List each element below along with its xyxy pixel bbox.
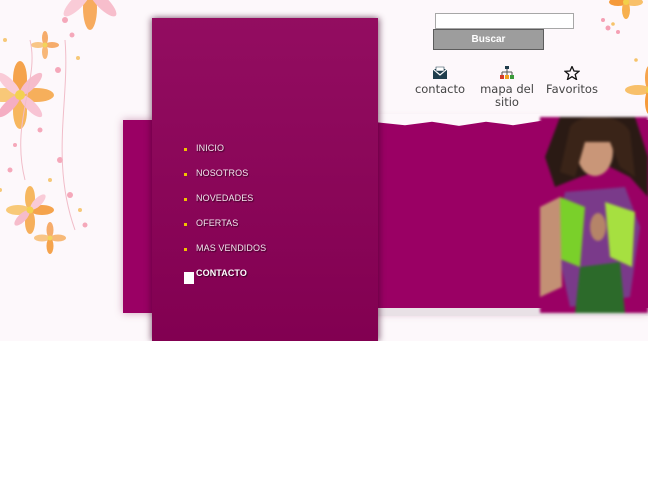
nav-item-ofertas[interactable]: OFERTAS xyxy=(184,210,266,235)
favorites-link[interactable]: Favoritos xyxy=(543,66,601,96)
sitemap-icon xyxy=(500,66,514,79)
nav-item-label[interactable]: MAS VENDIDOS xyxy=(196,243,266,253)
nav-item-label[interactable]: INICIO xyxy=(196,143,224,153)
nav-item-contacto[interactable]: CONTACTO xyxy=(184,260,266,285)
header-banner: INICIO NOSOTROS NOVEDADES OFERTAS MAS VE… xyxy=(0,0,648,341)
nav-item-mas-vendidos[interactable]: MAS VENDIDOS xyxy=(184,235,266,260)
search-button[interactable]: Buscar xyxy=(433,29,544,50)
sitemap-link-label[interactable]: mapa del sitio xyxy=(480,82,534,109)
nav-item-novedades[interactable]: NOVEDADES xyxy=(184,185,266,210)
bullet-icon xyxy=(184,198,187,201)
contact-link-label[interactable]: contacto xyxy=(415,82,465,96)
bullet-icon xyxy=(184,248,187,251)
nav-item-nosotros[interactable]: NOSOTROS xyxy=(184,160,266,185)
sitemap-link[interactable]: mapa del sitio xyxy=(476,66,538,109)
model-photo xyxy=(540,117,648,313)
envelope-icon xyxy=(432,66,448,79)
star-icon xyxy=(564,66,580,80)
nav-item-label[interactable]: CONTACTO xyxy=(196,268,247,278)
nav-item-inicio[interactable]: INICIO xyxy=(184,135,266,160)
nav-item-label[interactable]: OFERTAS xyxy=(196,218,238,228)
favorites-link-label[interactable]: Favoritos xyxy=(546,82,598,96)
nav-item-label[interactable]: NOSOTROS xyxy=(196,168,248,178)
contact-link[interactable]: contacto xyxy=(410,66,470,96)
main-nav: INICIO NOSOTROS NOVEDADES OFERTAS MAS VE… xyxy=(184,135,266,285)
search-input[interactable] xyxy=(435,13,574,29)
nav-item-label[interactable]: NOVEDADES xyxy=(196,193,253,203)
floral-decoration-right xyxy=(601,0,648,114)
selection-marker xyxy=(184,272,194,284)
bullet-icon xyxy=(184,173,187,176)
bullet-icon xyxy=(184,223,187,226)
bullet-icon xyxy=(184,148,187,151)
